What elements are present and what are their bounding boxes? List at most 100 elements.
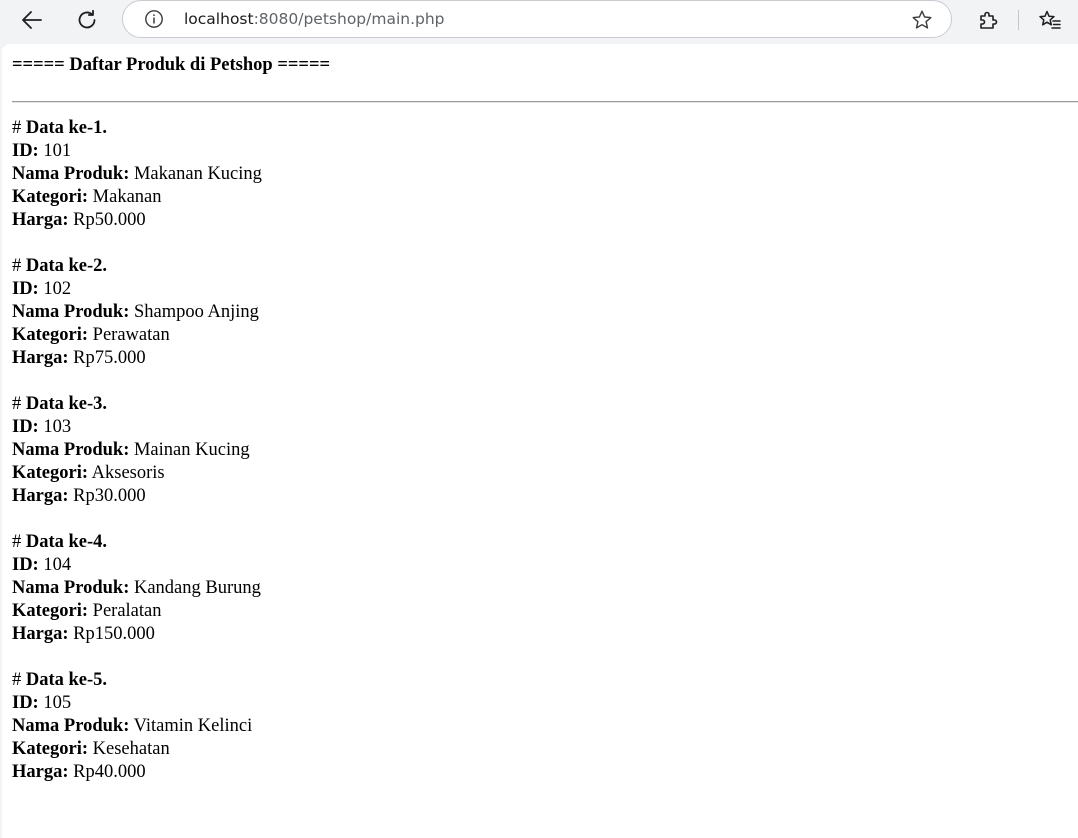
- product-id-line: ID: 105: [12, 692, 1078, 715]
- reload-button[interactable]: [71, 4, 103, 36]
- product-record: # Data ke-5. ID: 105 Nama Produk: Vitamin …: [12, 669, 1078, 784]
- product-name-line: Nama Produk: Shampoo Anjing: [12, 301, 1078, 324]
- product-name-line: Nama Produk: Mainan Kucing: [12, 439, 1078, 462]
- record-title-text: Data ke-1.: [25, 118, 108, 138]
- record-hash: #: [12, 394, 22, 414]
- product-name-value: Makanan Kucing: [133, 164, 262, 184]
- product-price-label: Harga:: [12, 762, 69, 782]
- puzzle-icon: [980, 11, 998, 29]
- record-hash: #: [12, 532, 22, 552]
- product-name-label: Nama Produk:: [12, 164, 130, 184]
- product-price-label: Harga:: [12, 210, 69, 230]
- product-id-value: 105: [43, 693, 72, 713]
- info-icon[interactable]: [144, 9, 164, 29]
- product-name-value: Mainan Kucing: [133, 440, 250, 460]
- product-price-line: Harga: Rp150.000: [12, 623, 1078, 646]
- product-price-value: Rp150.000: [73, 624, 155, 644]
- record-title: # Data ke-3.: [12, 393, 1078, 416]
- product-name-value: Vitamin Kelinci: [133, 716, 253, 736]
- record-hash: #: [12, 670, 22, 690]
- product-category-line: Kategori: Aksesoris: [12, 462, 1078, 485]
- star-icon: [912, 10, 932, 29]
- product-category-label: Kategori:: [12, 325, 89, 345]
- product-id-label: ID:: [12, 141, 39, 161]
- toolbar-separator: [1018, 10, 1019, 30]
- product-price-line: Harga: Rp75.000: [12, 347, 1078, 370]
- page-viewport: ===== Daftar Produk di Petshop ===== # D…: [2, 44, 1078, 838]
- record-title: # Data ke-5.: [12, 669, 1078, 692]
- product-id-value: 101: [43, 141, 72, 161]
- product-category-label: Kategori:: [12, 463, 89, 483]
- product-id-label: ID:: [12, 279, 39, 299]
- record-title: # Data ke-1.: [12, 117, 1078, 140]
- product-price-value: Rp50.000: [73, 210, 146, 230]
- back-arrow-icon: [22, 11, 42, 29]
- product-name-label: Nama Produk:: [12, 578, 130, 598]
- record-title-text: Data ke-5.: [25, 670, 108, 690]
- product-list: # Data ke-1. ID: 101 Nama Produk: Makanan …: [12, 117, 1078, 784]
- record-title-text: Data ke-3.: [25, 394, 108, 414]
- product-price-value: Rp40.000: [73, 762, 146, 782]
- page-content: ===== Daftar Produk di Petshop ===== # D…: [12, 54, 1078, 807]
- record-title: # Data ke-2.: [12, 255, 1078, 278]
- product-category-line: Kategori: Kesehatan: [12, 738, 1078, 761]
- product-name-line: Nama Produk: Vitamin Kelinci: [12, 715, 1078, 738]
- url-host: localhost: [184, 10, 254, 28]
- product-id-line: ID: 102: [12, 278, 1078, 301]
- product-name-label: Nama Produk:: [12, 302, 130, 322]
- product-id-label: ID:: [12, 693, 39, 713]
- product-record: # Data ke-4. ID: 104 Nama Produk: Kandang …: [12, 531, 1078, 646]
- back-button[interactable]: [16, 4, 48, 36]
- product-category-line: Kategori: Makanan: [12, 186, 1078, 209]
- product-category-value: Perawatan: [92, 325, 170, 345]
- address-bar[interactable]: localhost:8080/petshop/main.php: [122, 0, 952, 38]
- product-name-value: Shampoo Anjing: [133, 302, 259, 322]
- product-record: # Data ke-2. ID: 102 Nama Produk: Shampoo …: [12, 255, 1078, 370]
- product-category-value: Makanan: [92, 187, 162, 207]
- page-title: ===== Daftar Produk di Petshop =====: [12, 55, 331, 75]
- extensions-button[interactable]: [972, 4, 1004, 36]
- favorites-icon: [1039, 10, 1061, 29]
- product-id-value: 103: [43, 417, 72, 437]
- record-hash: #: [12, 118, 22, 138]
- product-category-label: Kategori:: [12, 601, 89, 621]
- product-price-value: Rp30.000: [73, 486, 146, 506]
- product-price-line: Harga: Rp30.000: [12, 485, 1078, 508]
- product-price-line: Harga: Rp50.000: [12, 209, 1078, 232]
- product-record: # Data ke-3. ID: 103 Nama Produk: Mainan K…: [12, 393, 1078, 508]
- product-id-label: ID:: [12, 417, 39, 437]
- product-price-label: Harga:: [12, 348, 69, 368]
- product-category-value: Aksesoris: [91, 463, 165, 483]
- product-id-line: ID: 101: [12, 140, 1078, 163]
- product-price-label: Harga:: [12, 486, 69, 506]
- horizontal-rule: [12, 101, 1078, 103]
- product-id-line: ID: 104: [12, 554, 1078, 577]
- browser-toolbar: localhost:8080/petshop/main.php: [0, 0, 1078, 44]
- product-id-value: 102: [43, 279, 72, 299]
- record-title-text: Data ke-4.: [25, 532, 108, 552]
- product-id-value: 104: [43, 555, 72, 575]
- product-id-label: ID:: [12, 555, 39, 575]
- favorites-button[interactable]: [1034, 4, 1066, 36]
- record-hash: #: [12, 256, 22, 276]
- product-record: # Data ke-1. ID: 101 Nama Produk: Makanan …: [12, 117, 1078, 232]
- record-title-text: Data ke-2.: [25, 256, 108, 276]
- product-category-label: Kategori:: [12, 187, 89, 207]
- product-category-value: Kesehatan: [92, 739, 170, 759]
- product-name-line: Nama Produk: Kandang Burung: [12, 577, 1078, 600]
- url-text[interactable]: localhost:8080/petshop/main.php: [184, 9, 445, 29]
- favorite-star-button[interactable]: [909, 7, 935, 33]
- product-category-line: Kategori: Perawatan: [12, 324, 1078, 347]
- product-id-line: ID: 103: [12, 416, 1078, 439]
- url-path: :8080/petshop/main.php: [253, 10, 445, 28]
- product-category-label: Kategori:: [12, 739, 89, 759]
- product-price-value: Rp75.000: [73, 348, 146, 368]
- record-title: # Data ke-4.: [12, 531, 1078, 554]
- product-category-line: Kategori: Peralatan: [12, 600, 1078, 623]
- product-name-label: Nama Produk:: [12, 716, 130, 736]
- product-category-value: Peralatan: [92, 601, 162, 621]
- product-name-line: Nama Produk: Makanan Kucing: [12, 163, 1078, 186]
- product-price-line: Harga: Rp40.000: [12, 761, 1078, 784]
- reload-icon: [78, 9, 96, 29]
- product-name-value: Kandang Burung: [133, 578, 261, 598]
